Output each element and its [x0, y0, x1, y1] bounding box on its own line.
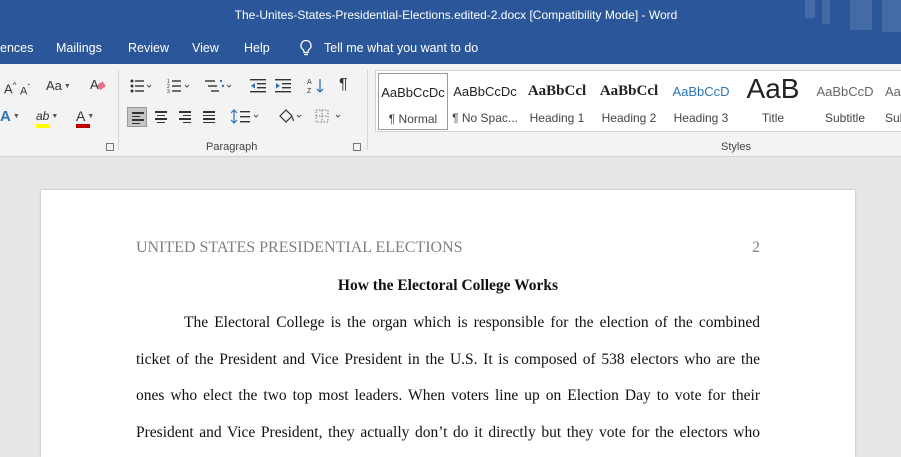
- svg-text:A: A: [307, 79, 312, 86]
- style-sample: AaB: [746, 73, 800, 104]
- style-heading-1[interactable]: AaBbCcl Heading 1: [522, 73, 592, 130]
- tell-me-box[interactable]: Tell me what you want to do: [298, 39, 478, 57]
- font-color-swatch: [76, 124, 90, 128]
- change-case-button[interactable]: Aa ▼: [46, 78, 71, 95]
- line-spacing-icon[interactable]: [231, 108, 261, 126]
- style-heading-2[interactable]: AaBbCcl Heading 2: [594, 73, 664, 130]
- style-name: Title: [761, 111, 785, 125]
- title-bar-decoration: [822, 0, 830, 24]
- bullets-icon[interactable]: [130, 78, 152, 94]
- style-heading-3[interactable]: AaBbCcD Heading 3: [666, 73, 736, 130]
- style-name: Sub: [885, 111, 901, 125]
- paragraph-group-label: Paragraph: [206, 141, 258, 153]
- style-sample: AaBbCcDc: [381, 85, 445, 100]
- style-name: Subtitle: [824, 111, 866, 125]
- style-subtitle[interactable]: AaBbCcD Subtitle: [810, 73, 880, 130]
- tab-mailings[interactable]: Mailings: [56, 41, 102, 55]
- lightbulb-icon: [300, 39, 312, 56]
- ribbon: A^ Aˇ Aa ▼ A A ▼ ab ▼ A ▼ 123 A Z ¶ Para…: [0, 64, 901, 157]
- style-sample: AaBbCcl: [599, 83, 659, 99]
- style-sample: AaBbCcD: [672, 84, 730, 99]
- style-title[interactable]: AaB Title: [738, 73, 808, 130]
- align-right-button[interactable]: [175, 107, 195, 127]
- document-page[interactable]: UNITED STATES PRESIDENTIAL ELECTIONS 2 H…: [41, 190, 855, 457]
- styles-group-label: Styles: [721, 141, 751, 153]
- style-normal[interactable]: AaBbCcDc ¶ Normal: [378, 73, 448, 130]
- window-title: The-Unites-States-Presidential-Elections…: [234, 8, 678, 22]
- tell-me-text: Tell me what you want to do: [324, 41, 479, 55]
- align-left-icon: [132, 112, 144, 126]
- body-line: ticket of the President and Vice Preside…: [136, 351, 760, 368]
- group-separator: [118, 70, 119, 150]
- align-left-button[interactable]: [127, 107, 147, 127]
- style-sample: AaBbCcD: [816, 84, 874, 99]
- group-separator: [367, 70, 368, 150]
- body-line: President and Vice President, they actua…: [136, 424, 760, 441]
- tab-references[interactable]: ences: [0, 41, 33, 55]
- paragraph-dialog-launcher[interactable]: [353, 143, 361, 151]
- body-line: The Electoral College is the organ which…: [184, 314, 760, 331]
- highlight-color-swatch: [36, 124, 50, 128]
- svg-text:A: A: [90, 77, 99, 92]
- borders-icon[interactable]: [315, 108, 343, 126]
- font-dialog-launcher[interactable]: [106, 143, 114, 151]
- clear-formatting-button[interactable]: A: [90, 77, 106, 97]
- style-name: Heading 2: [601, 111, 657, 125]
- sort-icon[interactable]: AZ: [307, 77, 325, 95]
- style-name: ¶ No Spac...: [452, 111, 518, 125]
- shrink-font-button[interactable]: Aˇ: [20, 80, 30, 100]
- tab-view[interactable]: View: [192, 41, 219, 55]
- multilevel-list-icon[interactable]: [205, 78, 233, 94]
- style-name: Heading 3: [673, 111, 729, 125]
- style-name: Heading 1: [529, 111, 585, 125]
- show-formatting-marks-button[interactable]: ¶: [339, 77, 348, 93]
- style-sample: AaBbCcDc: [453, 84, 517, 99]
- style-name: ¶ Normal: [388, 112, 438, 126]
- style-subtle-emphasis[interactable]: Aa Sub: [882, 73, 901, 130]
- eraser-icon: A: [90, 77, 106, 92]
- tab-help[interactable]: Help: [244, 41, 270, 55]
- decrease-indent-icon[interactable]: [250, 78, 268, 94]
- page-number: 2: [752, 239, 760, 256]
- style-sample: Aa: [885, 84, 901, 99]
- highlight-button[interactable]: ab ▼: [36, 108, 58, 128]
- style-no-spacing[interactable]: AaBbCcDc ¶ No Spac...: [450, 73, 520, 130]
- numbering-icon[interactable]: 123: [167, 78, 191, 94]
- title-bar-decoration: [882, 0, 901, 32]
- ribbon-tab-bar: ences Mailings Review View Help Tell me …: [0, 32, 901, 64]
- tab-review[interactable]: Review: [128, 41, 169, 55]
- justify-icon: [203, 111, 215, 125]
- svg-text:3: 3: [167, 89, 170, 94]
- styles-gallery: AaBbCcDc ¶ Normal AaBbCcDc ¶ No Spac... …: [375, 70, 901, 132]
- body-line: ones who elect the two top most leaders.…: [136, 387, 760, 404]
- title-bar-decoration: [805, 0, 815, 18]
- center-button[interactable]: [151, 107, 171, 127]
- title-bar-decoration: [850, 0, 872, 30]
- section-heading: How the Electoral College Works: [337, 277, 559, 294]
- shading-icon[interactable]: [276, 108, 304, 126]
- text-effects-button[interactable]: A ▼: [0, 109, 20, 125]
- style-sample: AaBbCcl: [527, 83, 587, 99]
- svg-text:Z: Z: [307, 88, 312, 95]
- align-center-icon: [155, 111, 167, 125]
- font-color-button[interactable]: A ▼: [76, 108, 94, 128]
- running-header: UNITED STATES PRESIDENTIAL ELECTIONS: [136, 239, 463, 256]
- title-bar: The-Unites-States-Presidential-Elections…: [0, 0, 901, 32]
- increase-indent-icon[interactable]: [275, 78, 293, 94]
- justify-button[interactable]: [199, 107, 219, 127]
- align-right-icon: [179, 111, 191, 125]
- grow-font-button[interactable]: A^: [4, 78, 16, 97]
